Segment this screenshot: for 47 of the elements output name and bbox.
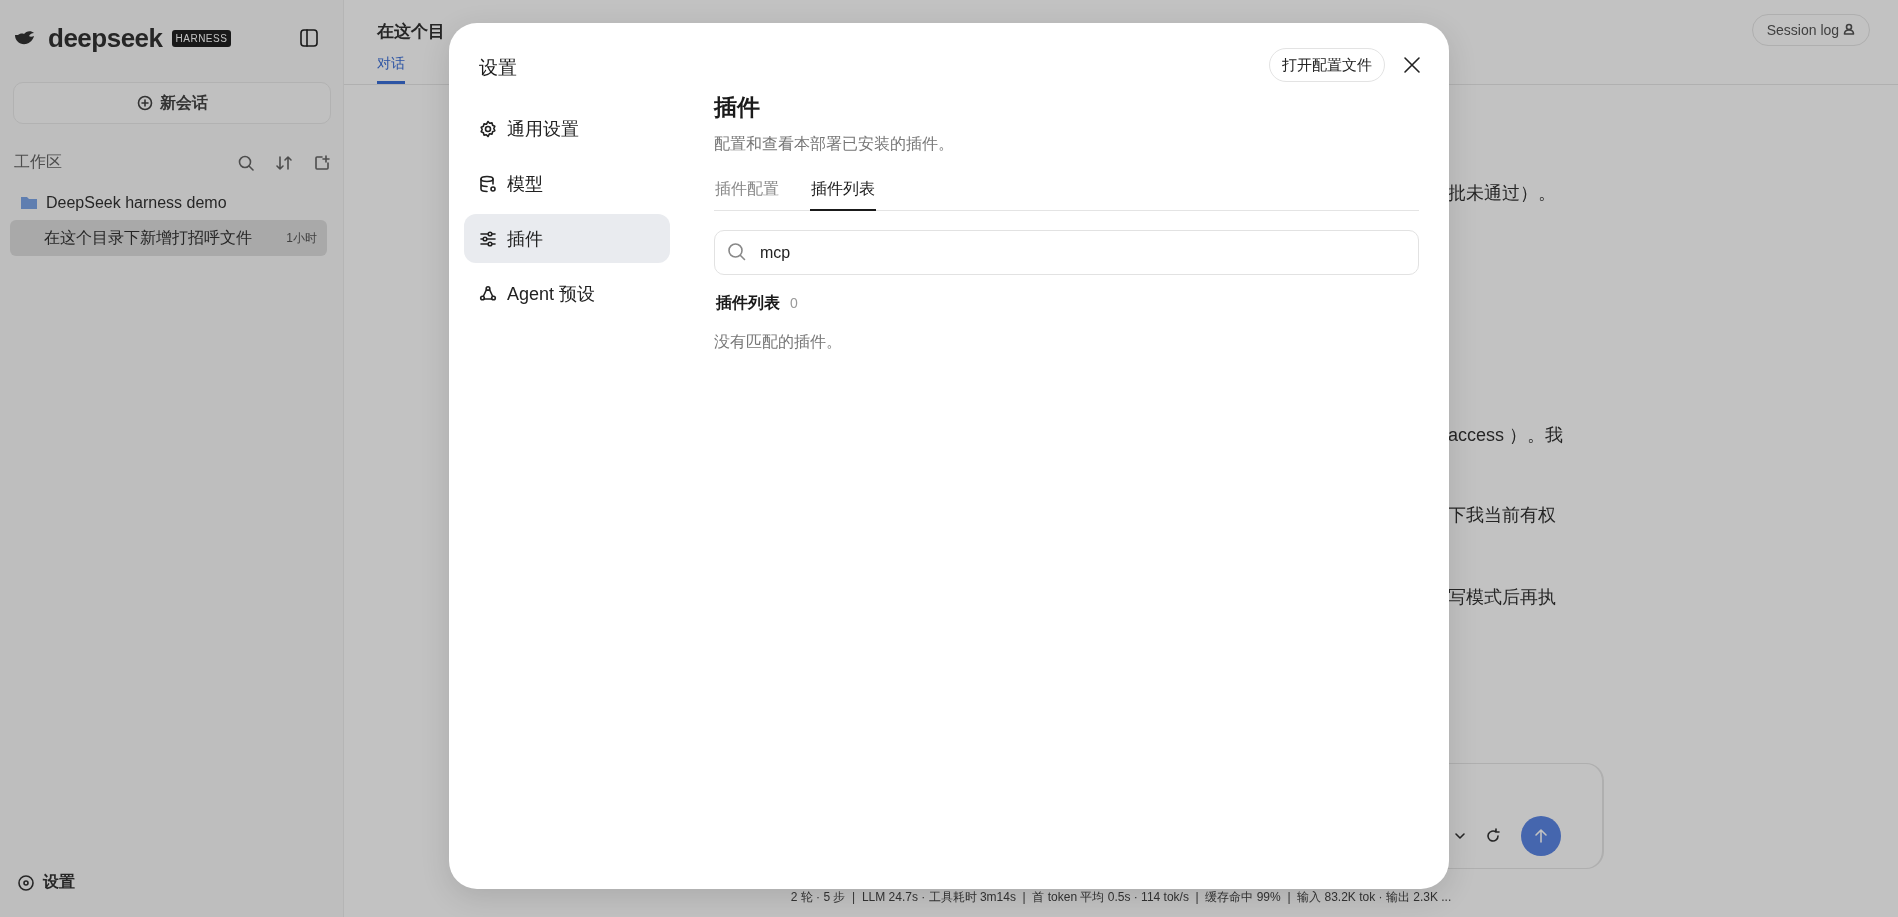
message-text: access ）。我 xyxy=(1448,424,1565,447)
nav-item[interactable]: 通用设置 xyxy=(464,104,670,153)
message-text: 批未通过）。 xyxy=(1448,182,1557,205)
folder-icon xyxy=(20,194,38,212)
search-icon xyxy=(727,242,747,262)
settings-link[interactable]: 设置 xyxy=(43,872,75,893)
send-button[interactable] xyxy=(1521,816,1561,856)
tab[interactable]: 插件配置 xyxy=(714,179,780,211)
nav-item[interactable]: Agent 预设 xyxy=(464,269,670,318)
message-text: 写模式后再执 xyxy=(1448,586,1557,609)
new-folder-icon[interactable] xyxy=(313,153,331,172)
open-config-button[interactable]: 打开配置文件 xyxy=(1269,48,1385,82)
message-text: 下我当前有权 xyxy=(1448,504,1557,527)
session-title: 在这个目录下新增打招呼文件 xyxy=(44,227,253,248)
search-field[interactable]: mcp xyxy=(714,230,1419,275)
session-log-button[interactable]: Session log xyxy=(1751,14,1870,46)
search-icon[interactable] xyxy=(237,153,255,172)
plus-circle-icon xyxy=(136,95,153,111)
close-icon xyxy=(1403,56,1421,74)
database-icon xyxy=(479,174,497,193)
panel-toggle-icon[interactable] xyxy=(299,28,319,48)
list-count: 0 xyxy=(790,295,798,311)
dialog-title: 设置 xyxy=(479,56,518,80)
section-heading: 插件 xyxy=(714,93,761,121)
arrow-up-icon xyxy=(1532,827,1550,845)
section-description: 配置和查看本部署已安装的插件。 xyxy=(714,134,955,154)
close-button[interactable] xyxy=(1403,56,1421,74)
sort-icon[interactable] xyxy=(275,153,293,172)
list-title: 插件列表 xyxy=(716,293,780,313)
empty-message: 没有匹配的插件。 xyxy=(714,332,843,352)
refresh-icon xyxy=(1485,827,1503,845)
tab[interactable]: 对话 xyxy=(377,55,405,84)
sliders-icon xyxy=(479,229,497,248)
workspace-name[interactable]: DeepSeek harness demo xyxy=(46,194,227,212)
session-time: 1小时 xyxy=(286,229,317,247)
nav-item[interactable]: 插件 xyxy=(464,214,670,263)
new-chat-button[interactable]: 新会话 xyxy=(13,82,331,124)
network-icon xyxy=(479,284,497,303)
section-label: 工作区 xyxy=(14,152,62,172)
status-text: 2 轮 · 5 步 | LLM 24.7s · 工具耗时 3m14s | 首 token 平均 0.5s · 114 tok/s | 缓存命中 99% | 输入 83.2K tok · 输出 2.3K ... xyxy=(790,888,1452,906)
conversation-title: 在这个目 xyxy=(377,21,445,43)
tab[interactable]: 插件列表 xyxy=(810,179,876,211)
version-badge: HARNESS xyxy=(171,29,232,47)
person-icon xyxy=(1843,23,1855,35)
nav-item[interactable]: 模型 xyxy=(464,159,670,208)
logo-text: deepseek xyxy=(48,22,163,54)
session-item[interactable]: 在这个目录下新增打招呼文件 1小时 xyxy=(10,220,327,256)
